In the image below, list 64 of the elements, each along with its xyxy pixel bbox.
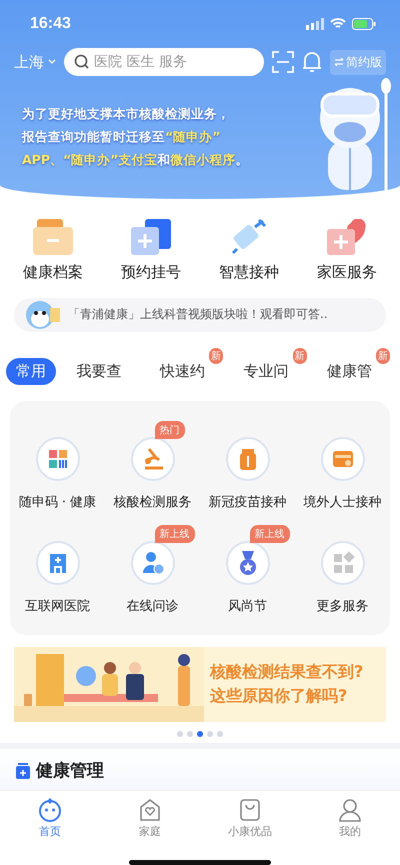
quick-service[interactable]: 健康档案 <box>7 218 99 282</box>
new-badge: 新 <box>209 348 223 364</box>
quick-service[interactable]: 家医服务 <box>301 218 393 282</box>
category-tab[interactable]: 常用 <box>6 358 56 385</box>
quick-service[interactable]: 预约挂号 <box>105 218 197 282</box>
notice-bar[interactable]: 「青浦健康」上线科普视频版块啦！观看即可答.. <box>14 298 386 332</box>
folder-icon <box>33 218 73 255</box>
carousel-dot[interactable] <box>217 731 223 738</box>
grid-icon <box>320 540 364 585</box>
medkit-icon <box>327 218 367 255</box>
category-tab[interactable]: 快速约 新 <box>150 348 223 385</box>
service-item[interactable]: 更多服务 <box>295 522 390 615</box>
status-time: 16:43 <box>30 15 71 33</box>
service-item[interactable]: 新冠疫苗接种 <box>200 418 295 511</box>
quick-service[interactable]: 智慧接种 <box>203 218 295 282</box>
nav-item[interactable]: 我的 <box>310 797 390 840</box>
battery-icon <box>352 18 376 30</box>
microscope-icon <box>130 436 174 481</box>
service-item[interactable]: 互联网医院 <box>10 522 105 615</box>
service-item[interactable]: 随申码 · 健康 <box>10 418 105 511</box>
service-item[interactable]: 新上线 在线问诊 <box>105 522 200 615</box>
carousel-dot[interactable] <box>187 731 193 738</box>
syringe-icon <box>229 218 269 255</box>
carousel-dot[interactable] <box>197 731 203 738</box>
doctor-icon <box>130 540 174 585</box>
chevron-down-icon <box>48 59 56 65</box>
plus-card-icon <box>131 218 171 255</box>
nav-item[interactable]: 家庭 <box>110 797 190 840</box>
mascot-icon <box>38 798 62 822</box>
signal-icon <box>306 18 324 30</box>
home-heart-icon <box>138 798 162 822</box>
status-badge: 新上线 <box>154 524 194 543</box>
card-icon <box>320 436 364 481</box>
promo-headline: 核酸检测结果查不到? 这些原因你了解吗? <box>210 661 364 708</box>
section-title: 健康管理 <box>36 760 104 782</box>
category-tab[interactable]: 专业问 新 <box>234 348 306 385</box>
bell-icon[interactable] <box>302 51 322 73</box>
new-badge: 新 <box>292 348 306 364</box>
jar-icon <box>16 762 30 779</box>
search-field[interactable]: 医院 医生 服务 <box>64 48 264 76</box>
status-badge: 热门 <box>154 420 184 439</box>
category-tab[interactable]: 健康管 新 <box>317 348 390 385</box>
service-item[interactable]: 境外人士接种 <box>295 418 390 511</box>
service-item[interactable]: 新上线 风尚节 <box>200 522 295 615</box>
notice-text: 「青浦健康」上线科普视频版块啦！观看即可答.. <box>68 306 328 324</box>
nav-item[interactable]: 小康优品 <box>210 797 290 840</box>
new-badge: 新 <box>376 348 390 364</box>
service-item[interactable]: 热门 核酸检测服务 <box>105 418 200 511</box>
wifi-icon <box>330 18 346 30</box>
search-icon <box>74 54 90 70</box>
status-badge: 新上线 <box>250 524 290 543</box>
announcement-text: 为了更好地支撑本市核酸检测业务， 报告查询功能暂时迁移至“随申办” APP、“随申办”支付宝和微信小程序。 <box>22 105 248 169</box>
carousel-dot[interactable] <box>207 731 213 738</box>
category-tab[interactable]: 我要查 <box>66 348 140 385</box>
qr-icon <box>36 436 80 481</box>
bottle-icon <box>226 436 270 481</box>
swap-arrows-icon <box>334 58 344 66</box>
building-icon <box>36 540 80 585</box>
person-icon <box>338 798 362 822</box>
carousel-dot[interactable] <box>177 731 183 738</box>
nav-item[interactable]: 首页 <box>10 797 90 840</box>
scan-icon[interactable] <box>272 51 294 73</box>
medal-icon <box>226 540 270 585</box>
bag-icon <box>238 798 262 822</box>
